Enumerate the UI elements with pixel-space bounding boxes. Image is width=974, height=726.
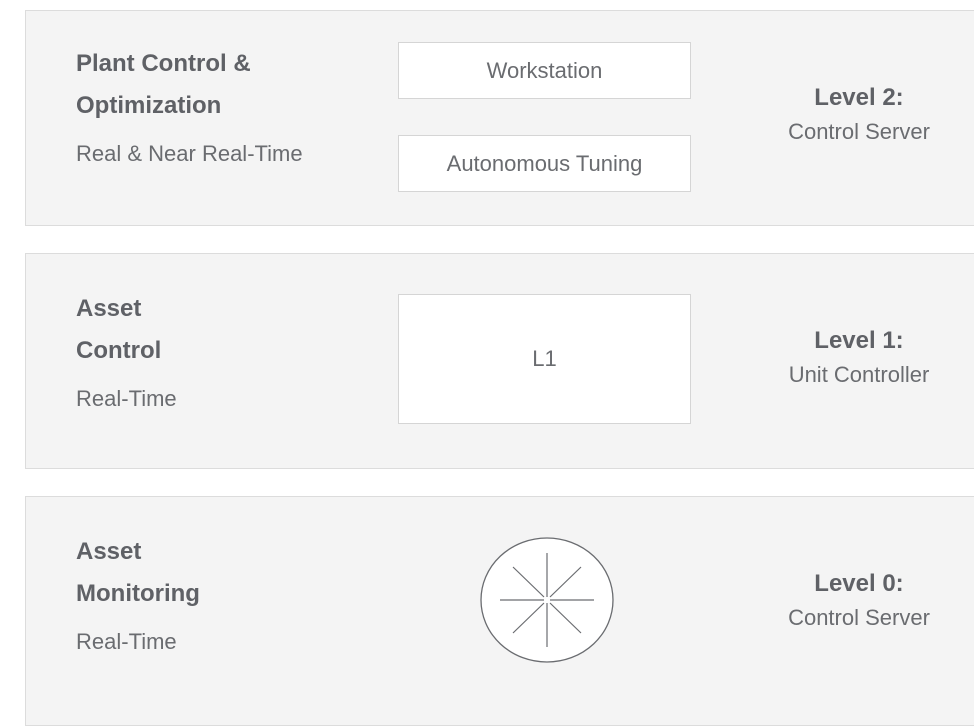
tier-title-line-1: Plant Control & xyxy=(76,50,251,77)
tier-subtitle: Real & Near Real-Time xyxy=(76,141,303,166)
level-title: Level 0: xyxy=(814,570,904,597)
level-label: Level 2: Control Server xyxy=(749,81,969,149)
level-subtitle: Control Server xyxy=(788,605,930,630)
tier-title-line-2: Monitoring xyxy=(76,580,200,607)
tier-title-line-1: Asset xyxy=(76,538,142,565)
tier-panel-level-1: Asset Control Real-Time L1 Level 1: Unit… xyxy=(25,253,974,469)
tier-subtitle: Real-Time xyxy=(76,386,177,411)
level-subtitle: Control Server xyxy=(788,119,930,144)
level-title: Level 2: xyxy=(814,84,904,111)
level-title: Level 1: xyxy=(814,327,904,354)
sensor-icon xyxy=(480,537,614,663)
tier-title-line-2: Optimization xyxy=(76,92,222,119)
tier-title-line-2: Control xyxy=(76,337,162,364)
tier-title-line-1: Asset xyxy=(76,295,142,322)
tier-panel-level-0: Asset Monitoring Real-Time Level 0: Cont… xyxy=(25,496,974,726)
level-label: Level 0: Control Server xyxy=(749,567,969,635)
level-subtitle: Unit Controller xyxy=(788,362,930,387)
l1-controller-box: L1 xyxy=(398,294,691,424)
workstation-box: Workstation xyxy=(398,42,691,99)
tier-subtitle: Real-Time xyxy=(76,629,177,654)
tier-panel-level-2: Plant Control & Optimization Real & Near… xyxy=(25,10,974,226)
autonomous-tuning-box: Autonomous Tuning xyxy=(398,135,691,192)
level-label: Level 1: Unit Controller xyxy=(749,324,969,392)
